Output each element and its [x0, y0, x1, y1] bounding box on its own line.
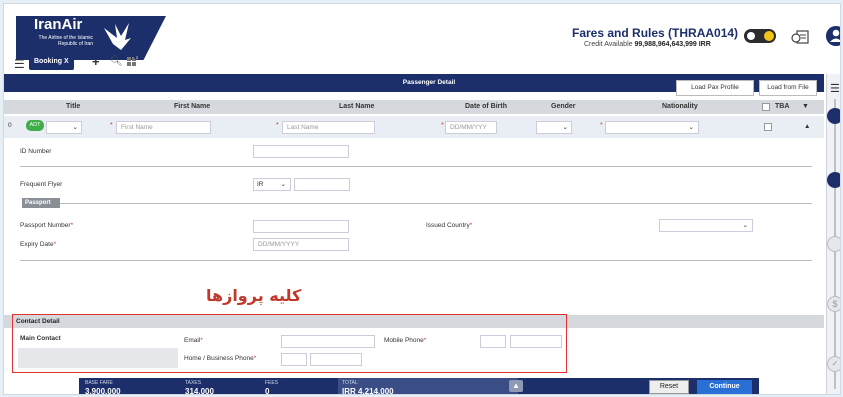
required-marker: * — [53, 241, 57, 248]
header: IranAir The Airline of the Islamic Repub… — [4, 4, 841, 74]
fees-label: FEES — [265, 380, 279, 386]
credit-line: Credit Available 99,988,964,643,999 IRR — [584, 41, 711, 48]
hamburger-menu-icon[interactable]: ☰ — [14, 57, 25, 71]
section-title: Passenger Detail — [384, 76, 474, 90]
search-icon[interactable]: 🔍︎ — [110, 56, 123, 67]
required-marker: * — [110, 122, 113, 129]
chevron-down-icon: ⌄ — [562, 124, 568, 131]
total-box: TOTAL IRR 4,214,000 — [338, 378, 518, 395]
col-title: Title — [66, 103, 81, 110]
credit-label: Credit Available — [584, 41, 633, 48]
sort-down-icon[interactable]: ▼ — [802, 103, 809, 110]
id-number-label: ID Number — [20, 148, 52, 155]
fees-value: 0 — [265, 387, 270, 395]
ancillary-step-icon[interactable] — [827, 236, 840, 252]
expiry-date-text: Expiry Date — [20, 241, 54, 248]
id-number-input[interactable] — [253, 145, 349, 158]
grid-icon[interactable]: 2 — [126, 54, 140, 68]
col-gender: Gender — [551, 103, 576, 110]
passenger-index: 0 — [8, 122, 12, 129]
chevron-down-icon: ⌄ — [72, 124, 78, 131]
table-header: Title First Name Last Name Date of Birth… — [4, 100, 824, 114]
expiry-date-input[interactable]: DD/MM/YYYY — [253, 238, 349, 251]
tab-booking[interactable]: Booking X — [29, 56, 74, 70]
last-name-input[interactable]: Last Name — [282, 121, 375, 134]
first-name-input[interactable]: First Name — [116, 121, 211, 134]
confirm-step-icon[interactable]: ✓ — [827, 356, 840, 372]
annotation-highlight-box — [12, 314, 567, 373]
reset-button[interactable]: Reset — [649, 380, 689, 394]
user-profile-icon[interactable] — [826, 26, 841, 46]
passport-number-label: Passport Number* — [20, 222, 73, 229]
payment-step-icon[interactable]: $ — [827, 296, 840, 312]
logo-name: IranAir — [34, 16, 83, 33]
divider — [20, 166, 812, 167]
required-marker: * — [276, 122, 279, 129]
required-marker: * — [70, 222, 74, 229]
tba-checkbox[interactable] — [764, 123, 772, 131]
base-fare-label: BASE FARE — [85, 380, 113, 386]
issued-country-text: Issued Country — [426, 222, 470, 229]
expand-fare-chevron-icon[interactable]: ▲ — [509, 380, 523, 392]
required-marker: * — [469, 222, 473, 229]
credit-value: 99,988,964,643,999 IRR — [634, 41, 711, 48]
passport-header: Passport — [22, 198, 60, 208]
load-from-file-button[interactable]: Load from File — [759, 80, 817, 96]
passport-number-text: Passport Number — [20, 222, 71, 229]
logo-subtitle: The Airline of the Islamic Republic of I… — [38, 35, 93, 47]
chevron-down-icon: ⌄ — [742, 222, 748, 229]
total-value: IRR 4,214,000 — [342, 387, 394, 395]
expiry-date-label: Expiry Date* — [20, 241, 56, 248]
frequent-flyer-airline-select[interactable]: IR ⌄ — [253, 178, 291, 191]
col-first-name: First Name — [174, 103, 211, 110]
logo: IranAir The Airline of the Islamic Repub… — [16, 16, 166, 60]
taxes-label: TAXES — [185, 380, 202, 386]
col-nationality: Nationality — [662, 103, 698, 110]
title-select[interactable]: ⌄ — [46, 121, 82, 134]
passenger-step-icon[interactable] — [827, 172, 840, 188]
collapse-up-icon[interactable]: ▲ — [804, 123, 810, 130]
moon-icon — [764, 31, 774, 41]
passport-number-input[interactable] — [253, 220, 349, 233]
divider — [20, 260, 812, 261]
theme-toggle[interactable] — [744, 29, 776, 43]
tba-checkbox-all[interactable] — [762, 103, 770, 111]
nationality-select[interactable]: ⌄ — [605, 121, 699, 134]
ff-airline-code: IR — [257, 181, 264, 188]
required-marker: * — [441, 122, 444, 129]
frequent-flyer-label: Frequent Flyer — [20, 181, 63, 188]
sidebar-menu-icon[interactable]: ☰ — [830, 82, 840, 95]
required-marker: * — [600, 122, 603, 129]
col-dob: Date of Birth — [465, 103, 507, 110]
chevron-down-icon: ⌄ — [280, 181, 286, 188]
passenger-type-badge: ADT — [26, 120, 44, 131]
continue-button[interactable]: Continue — [697, 380, 752, 394]
sun-icon — [747, 32, 755, 40]
exchange-rate-icon[interactable] — [791, 29, 809, 45]
page-title: Fares and Rules (THRAA014) — [572, 26, 739, 40]
col-tba: TBA — [775, 103, 790, 110]
chevron-down-icon: ⌄ — [688, 124, 694, 131]
col-last-name: Last Name — [339, 103, 375, 110]
passenger-row: 0 ADT * ⌄ * First Name * Last Name * DD/… — [4, 116, 824, 138]
taxes-value: 314,000 — [185, 387, 214, 395]
flight-step-icon[interactable] — [827, 108, 840, 124]
gender-select[interactable]: ⌄ — [536, 121, 572, 134]
frequent-flyer-number-input[interactable] — [294, 178, 350, 191]
total-label: TOTAL — [342, 380, 358, 386]
divider — [60, 203, 812, 204]
annotation-text: کلیه پروازها — [206, 286, 302, 305]
load-pax-profile-button[interactable]: Load Pax Profile — [676, 80, 754, 96]
homa-bird-icon — [104, 23, 131, 50]
dob-input[interactable]: DD/MM/YYY — [445, 121, 497, 134]
add-icon[interactable]: + — [92, 54, 100, 69]
base-fare-value: 3,900,000 — [85, 387, 121, 395]
app-window: IranAir The Airline of the Islamic Repub… — [3, 3, 841, 395]
issued-country-label: Issued Country* — [426, 222, 472, 229]
issued-country-select[interactable]: ⌄ — [659, 219, 753, 232]
